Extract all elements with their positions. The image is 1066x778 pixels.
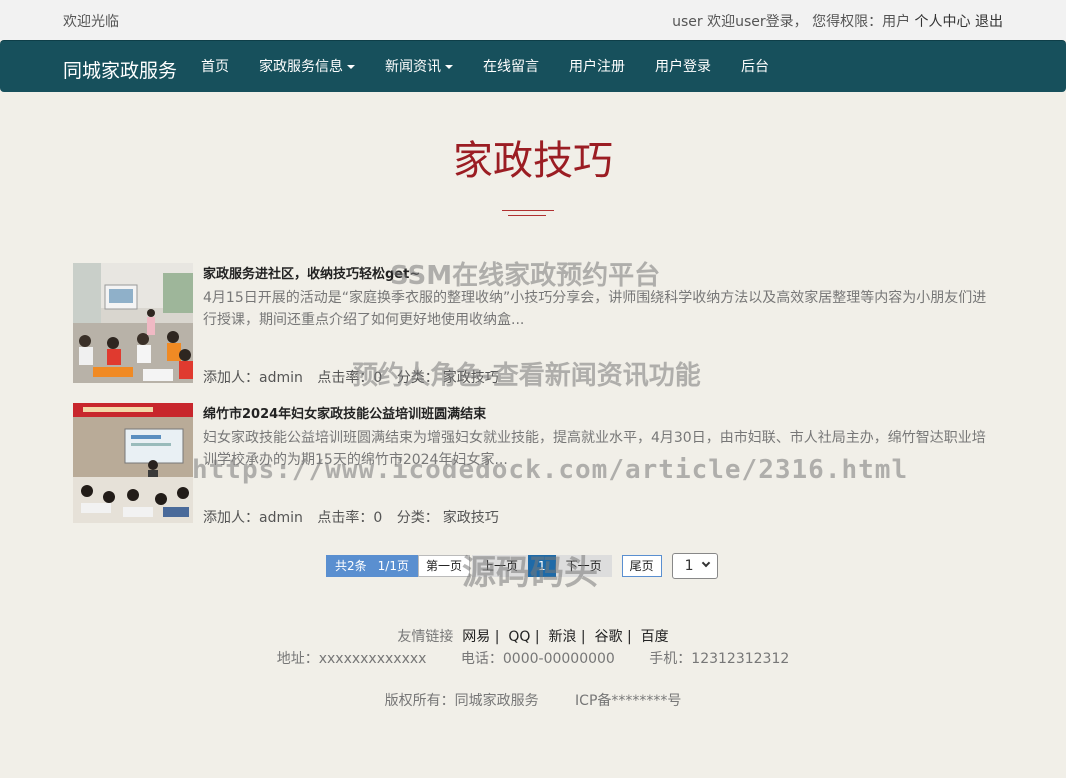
- nav-item-label: 在线留言: [483, 59, 539, 75]
- article-meta: 添加人：admin 点击率：0 分类： 家政技巧: [203, 507, 509, 527]
- nav-item-news[interactable]: 新闻资讯: [370, 41, 468, 93]
- nav-item-admin[interactable]: 后台: [726, 41, 784, 93]
- article-description: 4月15日开展的活动是“家庭换季衣服的整理收纳”小技巧分享会，讲师围绕科学收纳方…: [203, 290, 987, 328]
- top-bar: 欢迎光临 user 欢迎user登录， 您得权限：用户 个人中心 退出: [0, 0, 1066, 40]
- site-brand[interactable]: 同城家政服务: [63, 56, 177, 83]
- article-author: 添加人：admin: [203, 370, 303, 386]
- first-page-button[interactable]: 第一页: [417, 555, 470, 577]
- article-clicks: 点击率：0: [317, 370, 383, 386]
- nav-menu: 首页 家政服务信息 新闻资讯 在线留言 用户注册 用户登录 后台: [186, 41, 784, 93]
- contact-info: 地址：xxxxxxxxxxxxx 电话：0000-00000000 手机：123…: [0, 648, 1066, 668]
- title-divider: [508, 215, 546, 216]
- caret-down-icon: [445, 65, 453, 69]
- logout-link[interactable]: 退出: [975, 14, 1003, 30]
- nav-item-message[interactable]: 在线留言: [468, 41, 554, 93]
- article-photo-classroom: [73, 263, 193, 383]
- article-photo-training: [73, 403, 193, 523]
- nav-item-label: 后台: [741, 59, 769, 75]
- user-status: user 欢迎user登录， 您得权限：用户 个人中心 退出: [672, 11, 1003, 31]
- friend-link-qq[interactable]: QQ |: [508, 629, 539, 645]
- article-category: 家政技巧: [442, 510, 499, 526]
- current-page-button[interactable]: 1: [528, 555, 556, 577]
- user-info-text: user 欢迎user登录， 您得权限：用户: [672, 14, 911, 30]
- nav-item-label: 用户登录: [655, 59, 711, 75]
- copyright-info: 版权所有：同城家政服务 ICP备********号: [0, 690, 1066, 710]
- article-title[interactable]: 家政服务进社区，收纳技巧轻松get~: [203, 263, 420, 282]
- pager-pages: 1/1页: [375, 555, 418, 577]
- article-title[interactable]: 绵竹市2024年妇女家政技能公益培训班圆满结束: [203, 403, 486, 422]
- article-clicks: 点击率：0: [317, 510, 383, 526]
- nav-item-register[interactable]: 用户注册: [554, 41, 640, 93]
- title-divider: [502, 210, 554, 211]
- nav-item-home[interactable]: 首页: [186, 41, 244, 93]
- friend-links-label: 友情链接: [397, 629, 454, 645]
- article-category-label: 分类：: [396, 370, 439, 386]
- nav-item-label: 首页: [201, 59, 229, 75]
- welcome-text: 欢迎光临: [63, 14, 119, 30]
- friend-links: 友情链接 网易 | QQ | 新浪 | 谷歌 | 百度: [0, 626, 1066, 646]
- friend-link-netease[interactable]: 网易 |: [462, 629, 499, 645]
- chevron-down-icon: [701, 558, 710, 568]
- article-item[interactable]: 家政服务进社区，收纳技巧轻松get~ 4月15日开展的活动是“家庭换季衣服的整理…: [73, 263, 993, 386]
- article-meta: 添加人：admin 点击率：0 分类： 家政技巧: [203, 367, 509, 387]
- pager-total: 共2条: [326, 555, 376, 577]
- friend-link-sina[interactable]: 新浪 |: [548, 629, 585, 645]
- article-category: 家政技巧: [442, 370, 499, 386]
- profile-link[interactable]: 个人中心: [915, 14, 971, 30]
- nav-item-service-info[interactable]: 家政服务信息: [244, 41, 370, 93]
- article-thumbnail[interactable]: [73, 263, 193, 383]
- main-navbar: 同城家政服务 首页 家政服务信息 新闻资讯 在线留言 用户注册 用户登录 后台: [0, 40, 1066, 92]
- article-description: 妇女家政技能公益培训班圆满结束为增强妇女就业技能，提高就业水平，4月30日，由市…: [203, 430, 986, 468]
- last-page-button[interactable]: 尾页: [621, 555, 662, 577]
- page-select[interactable]: 1: [671, 553, 718, 579]
- footer-copyright: 版权所有：同城家政服务: [384, 693, 539, 709]
- footer-address: 地址：xxxxxxxxxxxxx: [276, 651, 427, 667]
- nav-item-login[interactable]: 用户登录: [640, 41, 726, 93]
- pagination: 共2条 1/1页 第一页 上一页 1 下一页 尾页 1: [326, 553, 718, 579]
- footer-mobile: 手机：12312312312: [649, 651, 790, 667]
- page-title: 家政技巧: [453, 138, 613, 184]
- friend-link-google[interactable]: 谷歌 |: [595, 629, 632, 645]
- footer-phone: 电话：0000-00000000: [460, 651, 615, 667]
- nav-item-label: 用户注册: [569, 59, 625, 75]
- friend-link-baidu[interactable]: 百度: [641, 629, 669, 645]
- page-select-value: 1: [684, 558, 694, 574]
- article-category-label: 分类：: [396, 510, 439, 526]
- nav-item-label: 新闻资讯: [385, 59, 441, 75]
- article-thumbnail[interactable]: [73, 403, 193, 523]
- prev-page-button[interactable]: 上一页: [471, 555, 528, 577]
- nav-item-label: 家政服务信息: [259, 59, 343, 75]
- next-page-button[interactable]: 下一页: [555, 555, 612, 577]
- caret-down-icon: [347, 65, 355, 69]
- footer-icp: ICP备********号: [575, 693, 682, 709]
- article-author: 添加人：admin: [203, 510, 303, 526]
- article-item[interactable]: 绵竹市2024年妇女家政技能公益培训班圆满结束 妇女家政技能公益培训班圆满结束为…: [73, 403, 993, 526]
